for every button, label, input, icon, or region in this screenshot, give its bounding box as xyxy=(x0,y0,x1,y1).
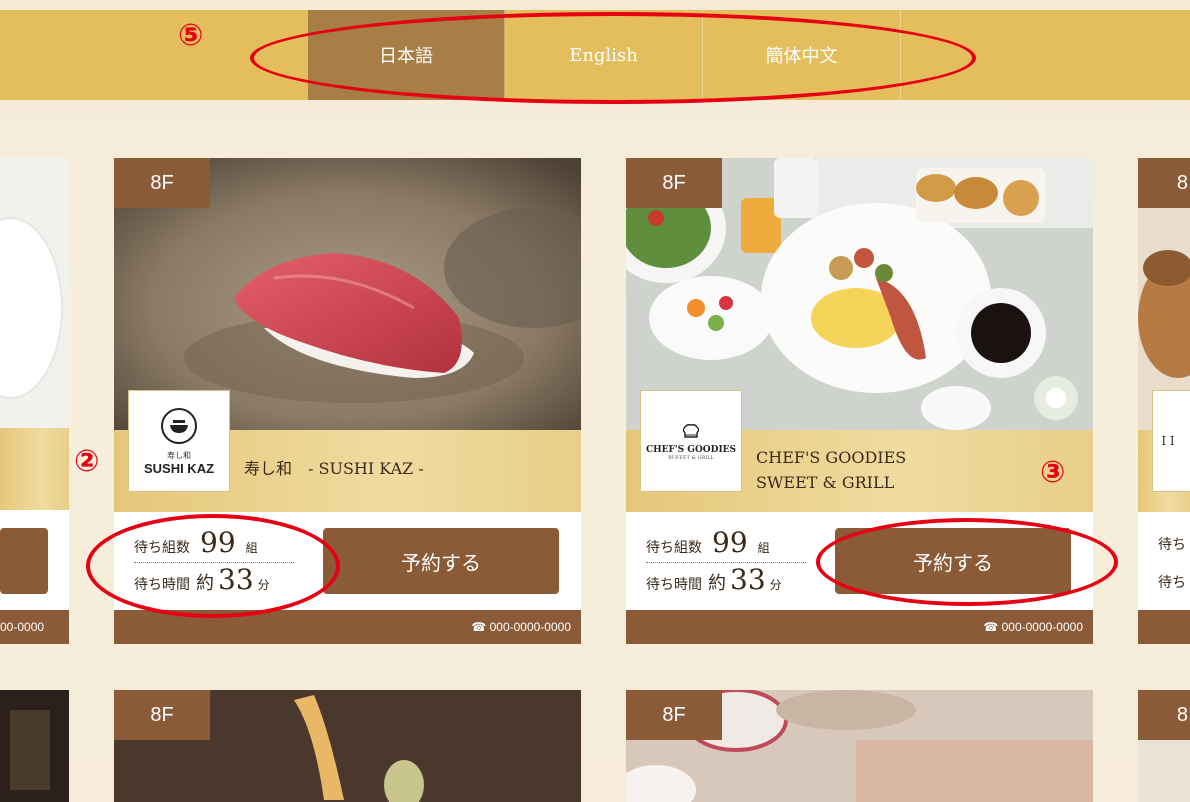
phone-number: ☎ 000-0000-0000 xyxy=(626,610,1093,644)
row2-card-1: 8F xyxy=(114,690,581,802)
wait-groups-row: 待ち組数 99 組 xyxy=(646,526,806,563)
partial-floor-badge: 8 xyxy=(1138,158,1190,208)
logo-main-text: SUSHI KAZ xyxy=(143,461,215,476)
floor-badge: 8F xyxy=(114,158,210,208)
sushi-bowl-icon xyxy=(161,408,197,444)
sushi-kaz-logo: 寿し和 SUSHI KAZ xyxy=(128,390,230,492)
wait-time-row: 待ち時間 約 33 分 xyxy=(646,563,806,599)
row2-left-photo xyxy=(0,690,69,802)
wait-time-label: 待ち時間 xyxy=(646,577,702,593)
logo-small-text: 寿し和 xyxy=(167,451,191,460)
restaurant-name-line2: SWEET & GRILL xyxy=(756,473,895,492)
row2-partial-right: 8 xyxy=(1138,690,1190,802)
language-annotation-ellipse xyxy=(250,12,976,104)
partial-card-left: 00-0000 xyxy=(0,158,69,644)
floor-badge: 8F xyxy=(626,690,722,740)
partial-card-left-photo xyxy=(0,158,69,428)
wait-groups-label: 待ち組数 xyxy=(646,540,702,556)
floor-badge: 8F xyxy=(626,158,722,208)
restaurant-name-line1: CHEF'S GOODIES xyxy=(756,448,907,467)
reserve-annotation-ellipse xyxy=(816,518,1118,606)
partial-logo-text: I I xyxy=(1161,434,1175,448)
wait-annotation-ellipse xyxy=(86,514,340,618)
partial-wait-1: 待ち xyxy=(1158,537,1186,553)
row2-card-2: 8F xyxy=(626,690,1093,802)
wait-time-unit: 分 xyxy=(769,578,782,592)
floor-badge: 8F xyxy=(114,690,210,740)
partial-phone-right xyxy=(1138,610,1190,644)
partial-wait-2: 待ち xyxy=(1158,575,1186,591)
chefs-goodies-logo: CHEF'S GOODIES BUFFET & GRILL xyxy=(640,390,742,492)
wait-time-prefix: 約 xyxy=(708,573,726,594)
annotation-3: ③ xyxy=(1040,455,1066,490)
partial-floor-badge: 8 xyxy=(1138,690,1190,740)
annotation-5: ⑤ xyxy=(178,18,204,53)
wait-info: 待ち組数 99 組 待ち時間 約 33 分 xyxy=(646,526,806,599)
partial-reserve-button-left[interactable] xyxy=(0,528,48,594)
reserve-button[interactable]: 予約する xyxy=(323,528,559,594)
logo-main-text: CHEF'S GOODIES xyxy=(645,445,737,455)
restaurant-name: 寿し和 - SUSHI KAZ - xyxy=(244,459,424,478)
wait-groups-unit: 組 xyxy=(757,541,770,555)
logo-small-text: BUFFET & GRILL xyxy=(668,455,714,461)
partial-logo: I I xyxy=(1152,390,1190,492)
row2-partial-left xyxy=(0,690,69,802)
annotation-2: ② xyxy=(74,444,100,479)
wait-time-value: 33 xyxy=(730,563,766,596)
wait-groups-value: 99 xyxy=(712,526,748,559)
partial-card-right: 8 I I 待ち 待ち xyxy=(1138,158,1190,644)
chef-hat-icon xyxy=(682,424,700,438)
partial-card-left-band xyxy=(0,428,69,510)
partial-phone-left: 00-0000 xyxy=(0,610,69,644)
